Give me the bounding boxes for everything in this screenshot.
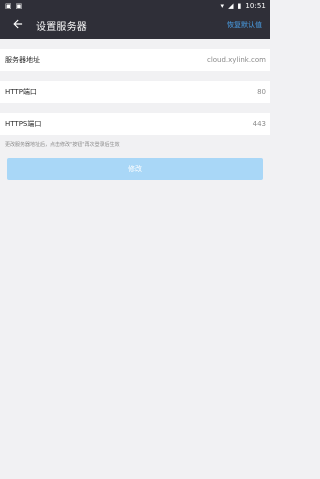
- https-port-label: HTTPS端口: [5, 120, 42, 128]
- top-spacer: [0, 39, 270, 49]
- server-address-input[interactable]: cloud.xylink.com: [207, 56, 266, 64]
- server-address-row[interactable]: 服务器地址 cloud.xylink.com: [0, 49, 270, 71]
- time: 10:51: [245, 2, 266, 10]
- battery-icon: ▮: [237, 1, 242, 10]
- http-port-input[interactable]: 80: [257, 88, 266, 96]
- wifi-icon: ▾: [220, 1, 225, 10]
- b-icon: ▣: [5, 1, 12, 10]
- status-left: ▣ ▣: [5, 1, 23, 10]
- n-icon: ▣: [15, 1, 23, 10]
- https-port-row[interactable]: HTTPS端口 443: [0, 113, 270, 135]
- top-bar: 设置服务器 恢复默认值: [0, 12, 270, 39]
- http-port-label: HTTP端口: [5, 88, 37, 96]
- server-address-label: 服务器地址: [5, 56, 40, 64]
- back-button[interactable]: [8, 16, 28, 36]
- back-arrow-icon: [11, 16, 25, 35]
- hint-text: 更改服务器地址后，点击修改"按钮"再次登录后生效: [5, 142, 120, 148]
- http-port-row[interactable]: HTTP端口 80: [0, 81, 270, 103]
- page-title: 设置服务器: [36, 22, 87, 33]
- modify-button[interactable]: 修改: [7, 158, 263, 180]
- signal-icon: ◢: [228, 1, 234, 10]
- restore-default-button[interactable]: 恢复默认值: [227, 20, 262, 30]
- https-port-input[interactable]: 443: [253, 120, 266, 128]
- status-right: ▾ ◢ ▮ 10:51: [221, 2, 266, 10]
- status-bar: ▣ ▣ ▾ ◢ ▮ 10:51: [0, 0, 270, 12]
